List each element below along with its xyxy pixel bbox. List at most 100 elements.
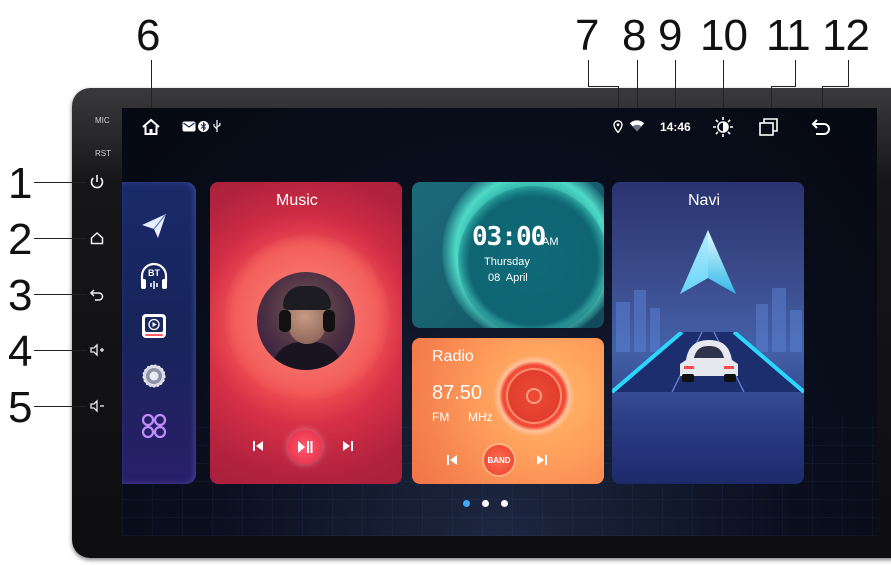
skip-previous-icon — [253, 441, 263, 451]
leader-12 — [848, 60, 849, 86]
navi-card[interactable]: Navi — [612, 182, 804, 484]
callout-5: 5 — [8, 383, 33, 432]
volume-down-button[interactable] — [84, 396, 110, 416]
radio-band-button[interactable]: BAND — [484, 445, 514, 475]
leader-12b — [822, 86, 849, 87]
usb-icon — [213, 120, 221, 132]
navi-title: Navi — [688, 192, 721, 209]
wifi-icon-wrap — [628, 116, 646, 136]
skip-previous-icon — [447, 455, 457, 465]
radio-unit: MHz — [468, 410, 493, 424]
leader-7 — [588, 60, 589, 86]
leader-4 — [34, 350, 86, 351]
music-play-pause-button[interactable] — [288, 430, 322, 464]
settings-gear-icon — [142, 364, 166, 388]
clock-ampm: AM — [542, 236, 559, 248]
clock-time: 03:00 — [472, 222, 546, 252]
page-indicator-1[interactable] — [463, 500, 470, 507]
back-icon — [89, 289, 104, 301]
manual-diagram: 6 7 8 9 10 11 12 1 2 3 4 5 MIC RST 14:46… — [0, 0, 891, 565]
leader-5 — [34, 406, 86, 407]
status-home-button[interactable] — [140, 116, 162, 138]
video-player-icon — [142, 314, 166, 338]
callout-3: 3 — [8, 271, 33, 320]
wifi-icon — [629, 120, 645, 132]
callout-7: 7 — [575, 11, 600, 60]
radio-frequency: 87.50 — [432, 382, 483, 404]
callout-6: 6 — [136, 11, 161, 60]
home-button[interactable] — [84, 228, 110, 248]
dock-all-apps[interactable] — [138, 410, 170, 442]
power-icon — [90, 175, 104, 189]
callout-8: 8 — [622, 11, 647, 60]
power-button[interactable] — [84, 172, 110, 192]
album-art — [257, 272, 355, 370]
radio-prev-button[interactable] — [442, 450, 462, 470]
dock-video-app[interactable] — [138, 310, 170, 342]
status-bar: 14:46 — [122, 108, 877, 144]
radio-next-button[interactable] — [532, 450, 552, 470]
leader-11b — [771, 86, 796, 87]
volume-up-button[interactable] — [84, 340, 110, 360]
volume-up-icon — [90, 343, 104, 357]
page-indicator-3[interactable] — [501, 500, 508, 507]
callout-10: 10 — [700, 11, 748, 60]
home-icon — [90, 231, 104, 245]
music-prev-button[interactable] — [248, 436, 268, 456]
skip-next-icon — [343, 441, 353, 451]
mic-label: MIC — [95, 116, 110, 125]
callout-9: 9 — [658, 11, 683, 60]
status-time: 14:46 — [660, 120, 691, 134]
radio-band: FM — [432, 410, 450, 424]
clock-card[interactable]: 03:00 AM Thursday 08 April — [412, 182, 604, 328]
leader-9 — [675, 60, 676, 112]
back-icon — [811, 119, 830, 135]
clock-day: Thursday — [484, 256, 530, 268]
status-back-button[interactable] — [810, 116, 832, 138]
page-indicator-2[interactable] — [482, 500, 489, 507]
callout-12: 12 — [822, 11, 870, 60]
leader-7b — [588, 86, 619, 87]
paper-plane-icon — [142, 213, 167, 238]
car-illustration — [680, 340, 738, 382]
apps-grid-icon — [141, 413, 167, 439]
callout-11: 11 — [766, 11, 811, 60]
music-title: Music — [276, 192, 318, 209]
recent-apps-button[interactable] — [758, 116, 780, 138]
navigation-arrow-icon — [680, 230, 736, 294]
radio-card[interactable]: Radio 87.50 FM MHz BAND — [412, 338, 604, 484]
location-icon — [613, 119, 623, 133]
callout-2: 2 — [8, 215, 33, 264]
brightness-icon — [713, 117, 733, 137]
skip-next-icon — [537, 455, 547, 465]
clock-date: 08 April — [488, 272, 528, 284]
leader-10 — [723, 60, 724, 112]
music-next-button[interactable] — [338, 436, 358, 456]
leader-2 — [34, 238, 86, 239]
leader-11 — [795, 60, 796, 86]
volume-down-icon — [90, 399, 104, 413]
dock-navigation-app[interactable] — [138, 210, 170, 242]
message-icon — [182, 121, 196, 131]
music-card[interactable]: Music — [210, 182, 402, 484]
brightness-button[interactable] — [712, 116, 734, 138]
dock-settings-app[interactable] — [138, 360, 170, 392]
bt-label: BT — [148, 268, 160, 278]
callout-4: 4 — [8, 327, 33, 376]
leader-3 — [34, 294, 86, 295]
leader-7c — [618, 86, 619, 110]
leader-1 — [34, 182, 86, 183]
recent-apps-icon — [759, 118, 778, 136]
app-dock: BT — [122, 182, 196, 484]
rst-label: RST — [95, 149, 111, 158]
home-icon — [142, 118, 160, 135]
bluetooth-icon — [198, 120, 209, 132]
location-icon-wrap — [612, 116, 624, 136]
back-button[interactable] — [84, 284, 110, 304]
callout-1: 1 — [8, 159, 33, 208]
notification-icons — [180, 116, 224, 136]
dock-bluetooth-app[interactable]: BT — [138, 260, 170, 292]
head-unit-screen: 14:46 BT Music 03:00 AM Thursday 08 Apri… — [122, 108, 877, 536]
play-pause-icon — [298, 441, 313, 453]
radio-title: Radio — [432, 348, 474, 365]
